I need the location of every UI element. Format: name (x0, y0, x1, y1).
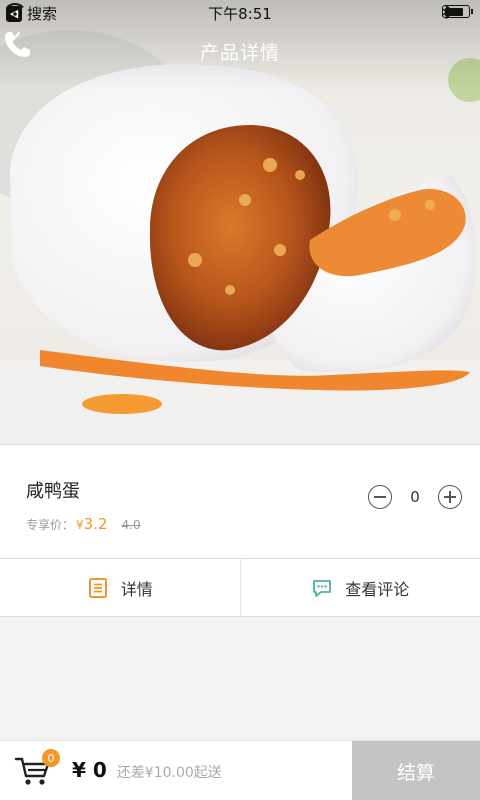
document-icon (88, 577, 107, 598)
decrease-quantity-button[interactable] (368, 485, 392, 509)
tab-reviews[interactable]: 查看评论 (239, 559, 480, 616)
price-row: 专享价： ¥3.2 4.0 (26, 515, 141, 533)
detail-tabs: 详情 查看评论 (0, 558, 480, 617)
page-title: 产品详情 (199, 42, 280, 64)
nav-bar: 产品详情 (0, 28, 480, 72)
price-value: 3.2 (83, 515, 108, 533)
tab-details[interactable]: 详情 (0, 559, 240, 616)
cart-total-amount: ¥ 0 (72, 758, 107, 782)
original-price: 4.0 (121, 518, 141, 532)
increase-quantity-button[interactable] (438, 485, 462, 509)
product-image: ◀ 搜索 下午8:51 产品详情 (0, 0, 480, 444)
quantity-stepper: 0 (368, 485, 462, 509)
battery-icon (442, 5, 473, 18)
status-bar: ◀ 搜索 下午8:51 (0, 0, 480, 24)
product-name: 咸鸭蛋 (26, 481, 80, 502)
price: ¥3.2 (76, 515, 108, 533)
chat-bubble-icon (313, 579, 332, 597)
cart-count-badge: 0 (42, 749, 60, 767)
price-label: 专享价： (26, 518, 75, 532)
phone-icon[interactable] (0, 28, 34, 62)
status-time: 下午8:51 (208, 5, 272, 23)
product-info: 咸鸭蛋 专享价： ¥3.2 4.0 0 (0, 444, 480, 558)
cart-bar: 0 ¥ 0 还差¥10.00起送 结算 (0, 740, 480, 800)
tab-reviews-label: 查看评论 (345, 579, 410, 599)
cart-total: ¥ 0 还差¥10.00起送 (72, 758, 222, 782)
quantity-value: 0 (410, 488, 420, 506)
checkout-button[interactable]: 结算 (352, 741, 480, 800)
min-order-note: 还差¥10.00起送 (116, 765, 222, 781)
price-currency: ¥ (76, 518, 84, 532)
tab-details-label: 详情 (120, 579, 153, 599)
